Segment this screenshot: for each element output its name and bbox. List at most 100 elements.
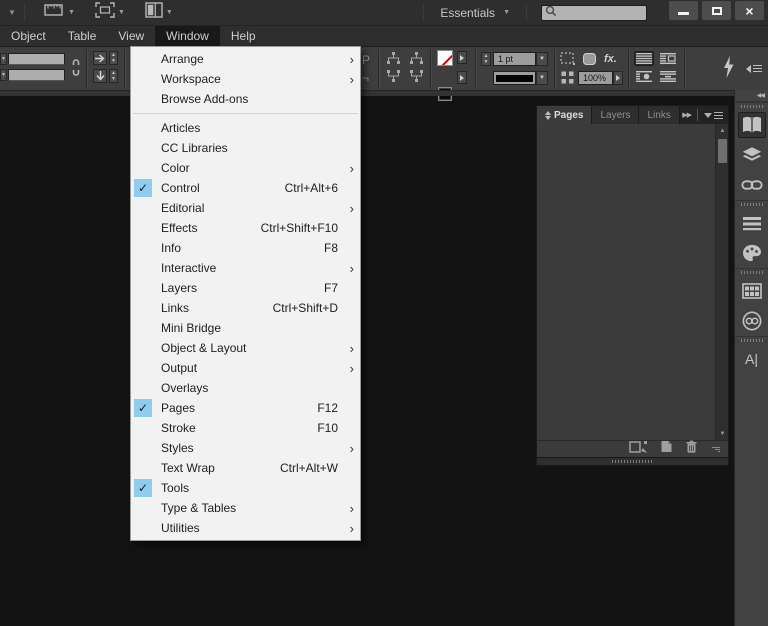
cc-libraries-dock-button[interactable]	[735, 306, 768, 336]
link-chain-icon[interactable]	[70, 59, 82, 81]
scroll-up-icon[interactable]: ▲	[716, 124, 729, 137]
y-position-field[interactable]	[8, 69, 65, 81]
expand-panels-button[interactable]: ◀◀	[735, 90, 768, 102]
workspace-switcher[interactable]: Essentials ▼	[428, 6, 522, 20]
distribute-left-icon[interactable]	[408, 51, 425, 70]
links-dock-button[interactable]	[735, 170, 768, 200]
arrow-right-boxed-icon[interactable]	[93, 51, 107, 65]
panel-tab[interactable]: Links	[639, 106, 680, 124]
scale-icon[interactable]	[561, 71, 574, 89]
dock-drag-grip[interactable]	[735, 336, 768, 344]
fill-none-swatch[interactable]	[437, 50, 453, 66]
fill-flyout-button[interactable]	[457, 51, 467, 64]
window-menu-item[interactable]: ✓ Control Ctrl+Alt+6 ›	[131, 178, 360, 198]
window-menu-item[interactable]: ✓ Workspace ›	[131, 69, 360, 89]
stepper[interactable]: ▲ ▼	[109, 51, 118, 65]
window-menu-item[interactable]: ✓ Tools ›	[131, 478, 360, 498]
stroke-type-preview[interactable]	[493, 71, 536, 85]
window-menu-item[interactable]: ✓ Utilities ›	[131, 518, 360, 538]
screen-mode-button[interactable]: ▼	[90, 0, 130, 25]
wrap-none-icon[interactable]	[634, 51, 654, 66]
menubar-item[interactable]: Object	[0, 26, 57, 46]
search-box[interactable]	[541, 4, 647, 21]
pages-panel-footer	[536, 440, 729, 458]
menubar-item[interactable]: View	[107, 26, 155, 46]
window-menu-item[interactable]: ✓ Effects Ctrl+Shift+F10 ›	[131, 218, 360, 238]
search-input[interactable]	[557, 7, 641, 18]
collapse-to-icons-icon[interactable]: ▶▶	[682, 111, 692, 119]
color-dock-button[interactable]	[735, 238, 768, 268]
quick-apply-lightning-icon[interactable]	[722, 55, 735, 84]
window-menu-item[interactable]: ✓ Text Wrap Ctrl+Alt+W ›	[131, 458, 360, 478]
stroke-weight-stepper[interactable]: ▲ ▼	[481, 52, 491, 66]
panel-drag-grip[interactable]	[536, 458, 729, 466]
dock-drag-grip[interactable]	[735, 268, 768, 276]
close-button[interactable]: ×	[735, 1, 764, 20]
opacity-field[interactable]: 100%	[578, 71, 613, 85]
window-menu-item[interactable]: ✓ Info F8 ›	[131, 238, 360, 258]
pages-dock-button[interactable]	[735, 110, 768, 140]
x-field-stepper[interactable]: ▼	[0, 53, 7, 65]
menubar-item[interactable]: Table	[57, 26, 108, 46]
distribute-right-icon[interactable]	[408, 69, 425, 88]
stroke-weight-field[interactable]: 1 pt	[493, 52, 536, 66]
distribute-up-icon[interactable]	[385, 51, 402, 70]
panel-tab[interactable]: Pages	[537, 106, 593, 124]
wrap-object-icon[interactable]	[634, 69, 654, 84]
maximize-button[interactable]	[702, 1, 731, 20]
window-menu-item[interactable]: ✓ Layers F7 ›	[131, 278, 360, 298]
minimize-button[interactable]	[669, 1, 698, 20]
window-menu-item[interactable]: ✓ Output ›	[131, 358, 360, 378]
view-options-button[interactable]: ▼	[39, 0, 80, 25]
window-menu-item[interactable]: ✓ Overlays ›	[131, 378, 360, 398]
window-menu-item[interactable]: ✓ Styles ›	[131, 438, 360, 458]
distribute-down-icon[interactable]	[385, 69, 402, 88]
window-menu-item[interactable]: ✓ Arrange ›	[131, 49, 360, 69]
corner-options-icon[interactable]	[560, 52, 576, 71]
effects-fx-icon[interactable]: fx.	[604, 53, 617, 65]
window-menu-item[interactable]: ✓ Interactive ›	[131, 258, 360, 278]
wrap-bounding-box-icon[interactable]	[658, 51, 678, 66]
panel-menu-icon[interactable]	[746, 63, 762, 74]
stepper[interactable]: ▲ ▼	[109, 69, 118, 83]
stroke-weight-dropdown[interactable]: ▼	[536, 52, 548, 66]
edit-page-size-icon[interactable]	[629, 440, 648, 458]
scrollbar[interactable]: ▲ ▼	[715, 124, 728, 440]
stroke-dock-button[interactable]	[735, 208, 768, 238]
x-position-field[interactable]	[8, 53, 65, 65]
delete-page-trash-icon[interactable]	[685, 440, 698, 458]
swatches-dock-button[interactable]	[735, 276, 768, 306]
window-menu-item[interactable]: ✓ Links Ctrl+Shift+D ›	[131, 298, 360, 318]
app-bar-dropdown-arrow-icon[interactable]: ▼	[4, 8, 20, 17]
menubar-item[interactable]: Help	[220, 26, 267, 46]
dock-drag-grip[interactable]	[735, 200, 768, 208]
arrow-down-boxed-icon[interactable]	[93, 69, 107, 83]
wrap-jump-icon[interactable]	[658, 69, 678, 84]
window-menu-item[interactable]: ✓ Editorial ›	[131, 198, 360, 218]
window-menu-item[interactable]: ✓ CC Libraries ›	[131, 138, 360, 158]
new-page-icon[interactable]	[660, 440, 673, 458]
y-field-stepper[interactable]: ▼	[0, 69, 7, 81]
window-menu-item[interactable]: ✓ Pages F12 ›	[131, 398, 360, 418]
panel-tab[interactable]: Layers	[592, 106, 640, 124]
layers-dock-button[interactable]	[735, 140, 768, 170]
window-menu-item[interactable]: ✓ Type & Tables ›	[131, 498, 360, 518]
dock-drag-grip[interactable]	[735, 102, 768, 110]
scroll-down-icon[interactable]: ▼	[716, 427, 729, 440]
window-menu-item[interactable]: ✓ Color ›	[131, 158, 360, 178]
stroke-flyout-button[interactable]	[457, 71, 467, 84]
drop-shadow-icon[interactable]	[582, 52, 597, 71]
window-menu-item[interactable]: ✓ Articles ›	[131, 118, 360, 138]
scrollbar-thumb[interactable]	[718, 139, 727, 163]
window-menu-item[interactable]: ✓ Browse Add-ons ›	[131, 89, 360, 109]
window-menu-item[interactable]: ✓ Stroke F10 ›	[131, 418, 360, 438]
character-dock-button[interactable]: A|	[735, 344, 768, 374]
panel-menu-icon[interactable]	[704, 110, 723, 121]
panel-resize-grip[interactable]	[712, 446, 720, 452]
arrange-documents-button[interactable]: ▼	[140, 0, 178, 25]
window-menu-item[interactable]: ✓ Object & Layout ›	[131, 338, 360, 358]
stroke-type-dropdown[interactable]: ▼	[536, 71, 548, 85]
opacity-flyout[interactable]	[613, 71, 623, 85]
window-menu-item[interactable]: ✓ Mini Bridge ›	[131, 318, 360, 338]
menubar-item[interactable]: Window	[155, 26, 220, 46]
